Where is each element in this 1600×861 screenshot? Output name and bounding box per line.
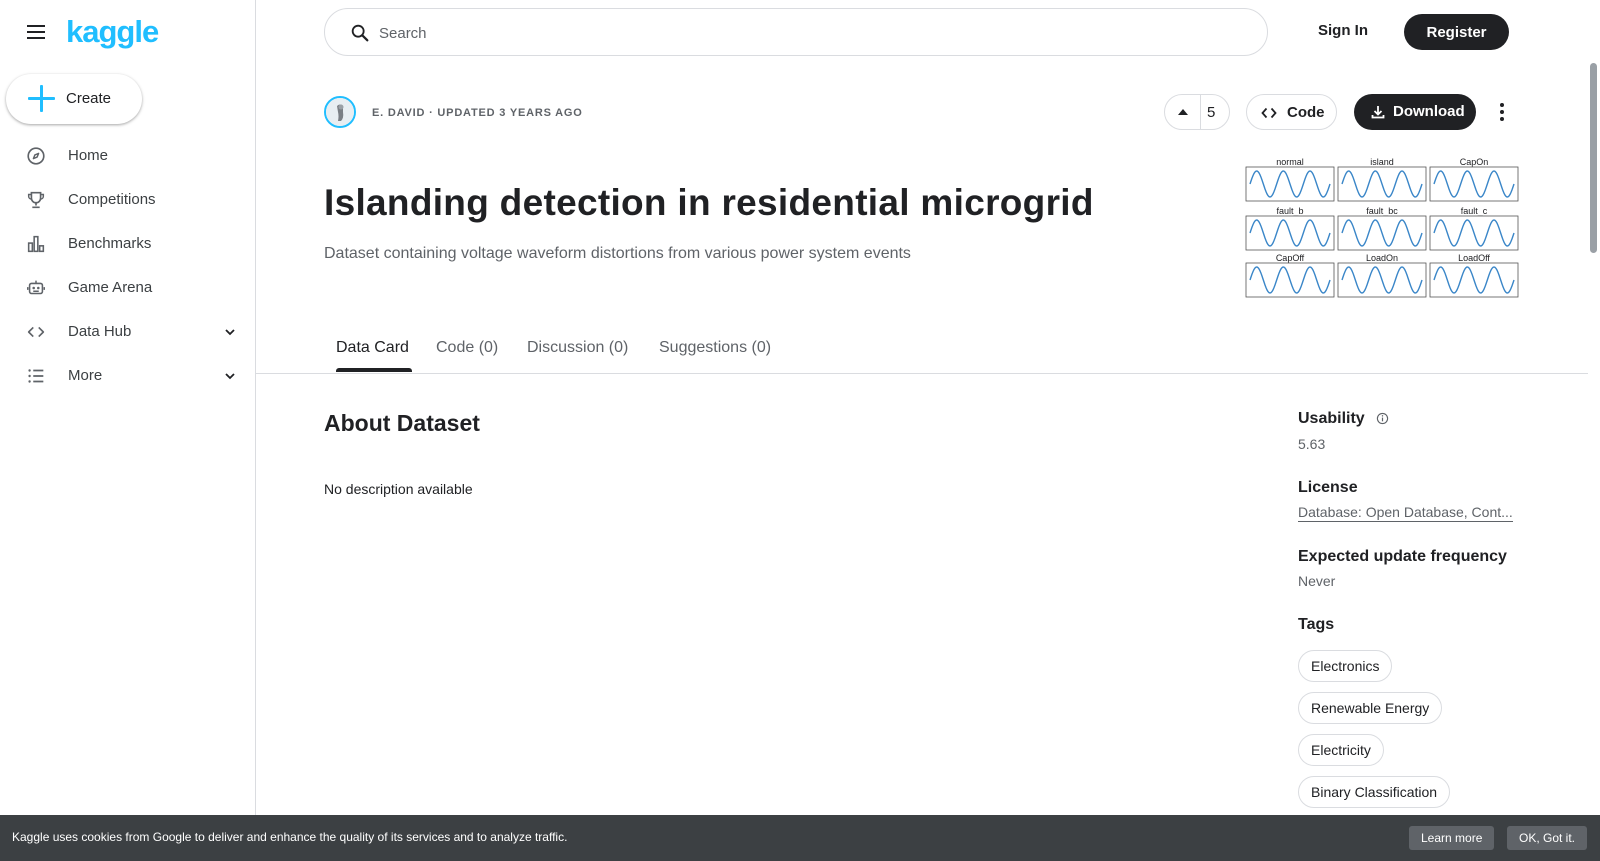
code-brackets-icon <box>27 326 45 338</box>
plus-icon <box>28 85 55 112</box>
tab-code[interactable]: Code (0) <box>436 339 498 357</box>
sidebar-item-game-arena[interactable]: Game Arena <box>0 266 256 310</box>
sidebar: kaggle Create Home Competitions Benchmar… <box>0 0 256 861</box>
learn-more-button[interactable]: Learn more <box>1409 826 1495 850</box>
avatar[interactable] <box>324 96 356 128</box>
owner-avatar-image <box>326 98 354 126</box>
dataset-thumbnail: normal island CapOn fault_b fault_bc fault_c C… <box>1245 157 1519 298</box>
chevron-down-icon[interactable] <box>222 324 238 340</box>
hamburger-menu-icon[interactable] <box>24 20 48 44</box>
about-heading: About Dataset <box>324 410 480 436</box>
thumbnail-panel-title: LoadOn <box>1366 253 1398 263</box>
sidebar-item-data-hub[interactable]: Data Hub <box>0 310 256 354</box>
page-title: Islanding detection in residential micro… <box>324 182 1094 223</box>
license-label: License <box>1298 479 1358 496</box>
frequency-label: Expected update frequency <box>1298 548 1507 565</box>
sidebar-item-label: Data Hub <box>68 323 132 340</box>
upvote-control: 5 <box>1164 94 1230 130</box>
search-input[interactable] <box>379 21 1239 45</box>
code-button[interactable]: Code <box>1246 94 1337 130</box>
vote-count: 5 <box>1207 104 1216 121</box>
kaggle-logo[interactable]: kaggle <box>66 14 159 50</box>
sign-in-button[interactable]: Sign In <box>1300 18 1386 46</box>
tab-bar: Data Card Code (0) Discussion (0) Sugges… <box>256 330 1588 374</box>
sidebar-item-label: Home <box>68 147 109 164</box>
ok-got-it-button[interactable]: OK, Got it. <box>1507 826 1588 850</box>
usability-label: Usability <box>1298 410 1365 427</box>
compass-icon <box>27 147 45 165</box>
tag-chip[interactable]: Electricity <box>1298 734 1384 766</box>
page-subtitle: Dataset containing voltage waveform dist… <box>324 245 911 262</box>
license-link[interactable]: Database: Open Database, Cont... <box>1298 504 1513 522</box>
sidebar-item-label: Game Arena <box>68 279 153 296</box>
create-label: Create <box>66 90 112 107</box>
more-options-icon[interactable] <box>1490 98 1514 126</box>
tab-suggestions[interactable]: Suggestions (0) <box>659 339 771 357</box>
tag-chip[interactable]: Binary Classification <box>1298 776 1451 808</box>
thumbnail-panel-title: CapOff <box>1276 253 1305 263</box>
sidebar-top <box>24 16 48 48</box>
active-tab-indicator <box>336 368 412 372</box>
sidebar-nav: Home Competitions Benchmarks Game Arena … <box>0 134 256 398</box>
sidebar-item-label: Benchmarks <box>68 235 152 252</box>
page-scrollbar[interactable] <box>1590 63 1597 253</box>
sidebar-item-label: Competitions <box>68 191 156 208</box>
thumbnail-panel-title: island <box>1370 157 1394 167</box>
download-icon <box>1371 106 1385 119</box>
tags-label: Tags <box>1298 616 1335 633</box>
robot-icon <box>27 280 45 295</box>
download-button-label: Download <box>1393 103 1465 120</box>
register-button[interactable]: Register <box>1404 14 1509 50</box>
thumbnail-panel-title: normal <box>1276 157 1304 167</box>
sidebar-item-competitions[interactable]: Competitions <box>0 178 256 222</box>
sidebar-item-more[interactable]: More <box>0 354 256 398</box>
upvote-button[interactable] <box>1165 95 1201 129</box>
cookie-banner: Kaggle uses cookies from Google to deliv… <box>0 815 1600 861</box>
sidebar-item-home[interactable]: Home <box>0 134 256 178</box>
create-button[interactable]: Create <box>6 74 142 124</box>
sidebar-item-benchmarks[interactable]: Benchmarks <box>0 222 256 266</box>
tab-data-card[interactable]: Data Card <box>336 339 409 357</box>
code-button-label: Code <box>1287 104 1325 121</box>
trophy-icon <box>27 191 45 209</box>
thumbnail-panel-title: LoadOff <box>1458 253 1490 263</box>
usability-value: 5.63 <box>1298 436 1326 452</box>
dataset-meta: E. David · Updated 3 years ago <box>372 107 583 119</box>
list-icon <box>28 369 44 383</box>
info-icon[interactable] <box>1376 412 1389 425</box>
sidebar-item-label: More <box>68 367 103 384</box>
search-icon <box>351 24 369 42</box>
cookie-text: Kaggle uses cookies from Google to deliv… <box>12 830 568 844</box>
thumbnail-panel-title: CapOn <box>1460 157 1489 167</box>
thumbnail-panel-title: fault_c <box>1461 206 1488 216</box>
dataset-description: No description available <box>324 481 473 497</box>
tag-chip[interactable]: Electronics <box>1298 650 1393 682</box>
tab-discussion[interactable]: Discussion (0) <box>527 339 628 357</box>
tag-chip[interactable]: Renewable Energy <box>1298 692 1443 724</box>
chevron-down-icon[interactable] <box>222 368 238 384</box>
frequency-value: Never <box>1298 573 1336 589</box>
thumbnail-panel-title: fault_b <box>1276 206 1303 216</box>
search-bar[interactable] <box>324 8 1268 56</box>
bar-chart-icon <box>27 235 45 253</box>
download-button[interactable]: Download <box>1354 94 1476 130</box>
thumbnail-panel-title: fault_bc <box>1366 206 1398 216</box>
code-icon <box>1261 107 1277 119</box>
